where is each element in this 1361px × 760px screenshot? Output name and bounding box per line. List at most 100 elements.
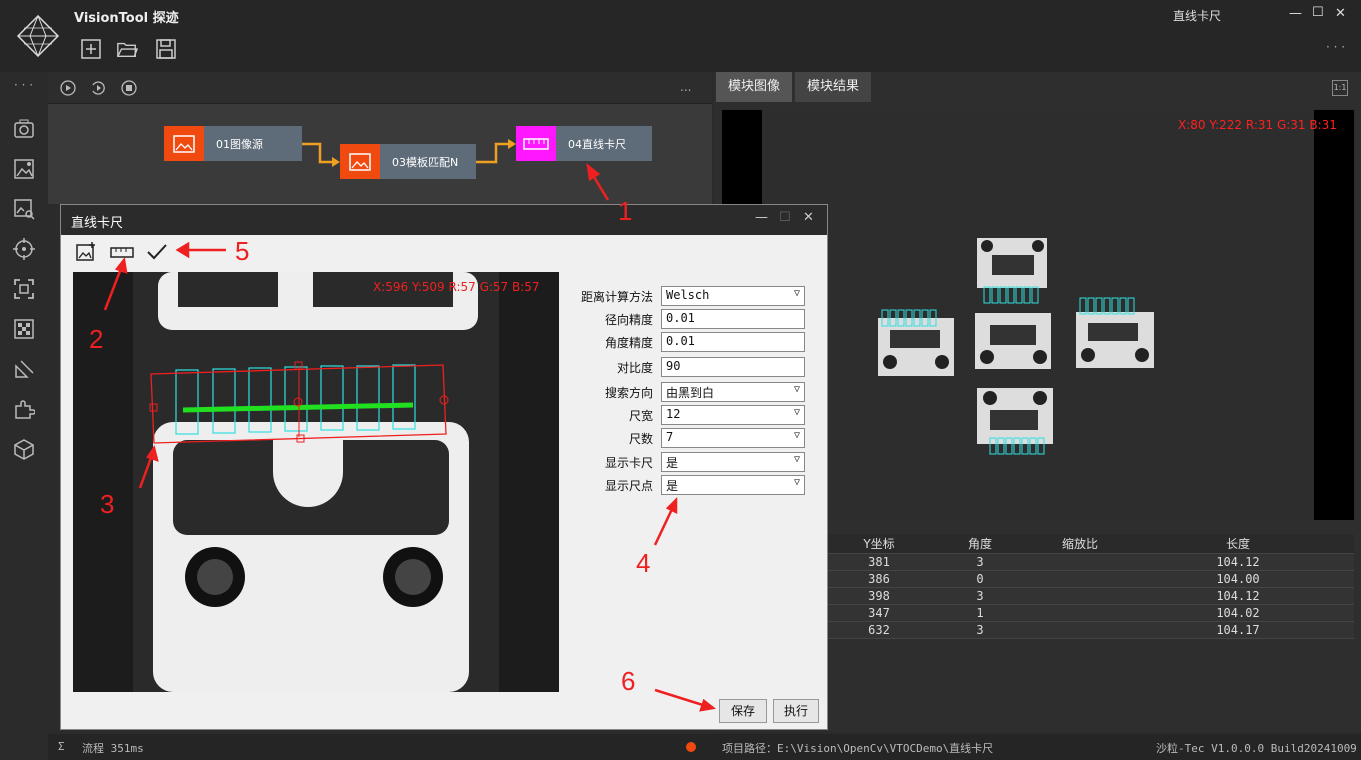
pixel-readout: X:80 Y:222 R:31 G:31 B:31 xyxy=(1178,118,1337,132)
dialog-title: 直线卡尺 xyxy=(71,216,124,231)
cell xyxy=(1030,554,1130,570)
caliper-image-view[interactable]: X:596 Y:509 R:57 G:57 B:57 xyxy=(73,272,559,692)
annotation-number: 5 xyxy=(235,236,250,266)
ruler-draw-icon[interactable] xyxy=(13,358,35,380)
load-image-icon[interactable] xyxy=(75,241,97,263)
minimize-icon[interactable]: — xyxy=(1289,6,1302,21)
table-row[interactable]: 386 0 104.00 xyxy=(828,571,1354,588)
part-top xyxy=(977,238,1047,288)
cell: 104.00 xyxy=(1216,572,1260,586)
show-points-select[interactable]: 是 ▽ xyxy=(661,475,805,495)
dialog-close-icon[interactable]: ✕ xyxy=(803,210,814,225)
cell: 398 xyxy=(868,589,890,603)
locate-icon[interactable] xyxy=(13,238,35,260)
cell xyxy=(1030,571,1130,587)
line-caliper-dialog: 直线卡尺 — ☐ ✕ X:596 Y:509 R:57 G:57 B:57 距离… xyxy=(60,204,828,730)
save-button[interactable]: 保存 xyxy=(719,699,767,723)
cell: 386 xyxy=(868,572,890,586)
show-caliper-select[interactable]: 是 ▽ xyxy=(661,452,805,472)
cell: 104.17 xyxy=(1216,623,1260,637)
image-process-icon[interactable] xyxy=(13,158,35,180)
cell: 381 xyxy=(868,555,890,569)
open-folder-icon[interactable] xyxy=(116,38,138,60)
part-right xyxy=(1076,312,1154,368)
app-title: VisionTool 探迹 xyxy=(74,11,179,26)
caliper-width-select[interactable]: 12 ▽ xyxy=(661,405,805,425)
chevron-down-icon: ▽ xyxy=(793,477,800,488)
table-row[interactable]: 632 3 104.17 xyxy=(828,622,1354,639)
distance-method-select[interactable]: Welsch ▽ xyxy=(661,286,805,306)
cube-icon[interactable] xyxy=(13,438,35,460)
param-label-distance-method: 距离计算方法 xyxy=(580,290,653,304)
cell: 3 xyxy=(976,589,984,603)
table-row[interactable]: 347 1 104.02 xyxy=(828,605,1354,622)
flow-connectors xyxy=(302,139,516,167)
project-path: 项目路径：E:\Vision\OpenCv\VTOCDemo\直线卡尺 xyxy=(722,742,994,755)
close-icon[interactable]: ✕ xyxy=(1335,6,1346,21)
confirm-check-icon[interactable] xyxy=(145,241,169,263)
flow-more-icon[interactable]: ... xyxy=(680,80,691,94)
run-once-icon[interactable] xyxy=(60,80,76,96)
annotation-number: 6 xyxy=(621,666,636,696)
checker-icon[interactable] xyxy=(13,318,35,340)
column-header: 缩放比 xyxy=(1061,537,1098,551)
param-label-show-caliper: 显示卡尺 xyxy=(604,456,653,470)
annotation-number: 4 xyxy=(636,548,651,578)
dialog-minimize-icon[interactable]: — xyxy=(755,210,768,225)
angle-precision-input[interactable]: 0.01 xyxy=(661,332,805,352)
sidebar-more-icon[interactable]: · · · xyxy=(14,78,33,92)
zoom-actual-icon[interactable]: 1:1 xyxy=(1332,80,1348,96)
sigma-icon: Σ xyxy=(58,740,65,753)
chevron-down-icon: ▽ xyxy=(793,430,800,441)
plugin-icon[interactable] xyxy=(13,398,35,420)
title-bar: VisionTool 探迹 直线卡尺 — ☐ ✕ · · · xyxy=(0,0,1361,72)
camera-icon[interactable] xyxy=(13,118,35,140)
result-table: Y坐标 角度 缩放比 长度 381 3 104.12 386 0 104.00 … xyxy=(828,534,1354,639)
cell: 104.12 xyxy=(1216,589,1260,603)
param-label-contrast: 对比度 xyxy=(616,361,653,375)
dialog-maximize-icon[interactable]: ☐ xyxy=(779,210,791,225)
maximize-icon[interactable]: ☐ xyxy=(1312,5,1324,20)
tab-module-image[interactable]: 模块图像 xyxy=(716,72,793,102)
tab-module-result[interactable]: 模块结果 xyxy=(795,72,872,102)
table-header: Y坐标 角度 缩放比 长度 xyxy=(828,534,1354,554)
caliper-count-select[interactable]: 7 ▽ xyxy=(661,428,805,448)
caliper-tool-icon[interactable] xyxy=(109,243,135,261)
column-header: 长度 xyxy=(1225,537,1250,551)
chevron-down-icon: ▽ xyxy=(793,454,800,465)
version-label: 沙粒-Tec V1.0.0.0 Build20241009 xyxy=(1156,742,1357,755)
cell xyxy=(1030,605,1130,621)
new-file-icon[interactable] xyxy=(80,38,102,60)
flow-canvas: 01图像源 03模板匹配N 04直线卡尺 xyxy=(48,104,712,204)
status-bar: Σ 流程 351ms 项目路径：E:\Vision\OpenCv\VTOCDem… xyxy=(48,734,1361,760)
cell: 0 xyxy=(976,572,984,586)
search-direction-select[interactable]: 由黑到白 ▽ xyxy=(661,382,805,402)
run-loop-icon[interactable] xyxy=(90,80,106,96)
param-label-caliper-width: 尺宽 xyxy=(628,409,653,423)
measure-frame-icon[interactable] xyxy=(13,278,35,300)
table-row[interactable]: 398 3 104.12 xyxy=(828,588,1354,605)
param-label-angle-precision: 角度精度 xyxy=(604,336,653,350)
caliper-image xyxy=(73,272,559,692)
param-label-caliper-count: 尺数 xyxy=(628,432,653,446)
run-button[interactable]: 执行 xyxy=(773,699,819,723)
dialog-title-bar: 直线卡尺 — ☐ ✕ xyxy=(61,205,827,235)
cell: 3 xyxy=(976,555,984,569)
table-row[interactable]: 381 3 104.12 xyxy=(828,554,1354,571)
contrast-input[interactable]: 90 xyxy=(661,357,805,377)
annotation-number: 1 xyxy=(618,196,633,226)
save-icon[interactable] xyxy=(155,38,177,60)
more-icon[interactable]: · · · xyxy=(1326,40,1345,54)
sidebar: · · · xyxy=(0,72,48,760)
image-search-icon[interactable] xyxy=(13,198,35,220)
cell: 1 xyxy=(976,606,984,620)
pixel-readout: X:596 Y:509 R:57 G:57 B:57 xyxy=(373,280,540,294)
part-center xyxy=(975,313,1051,369)
radial-precision-input[interactable]: 0.01 xyxy=(661,309,805,329)
stop-icon[interactable] xyxy=(121,80,137,96)
cell xyxy=(1030,588,1130,604)
part-left xyxy=(878,318,954,376)
flow-toolbar: ... xyxy=(48,72,712,104)
cell: 347 xyxy=(868,606,890,620)
annotation-number: 2 xyxy=(89,324,104,354)
